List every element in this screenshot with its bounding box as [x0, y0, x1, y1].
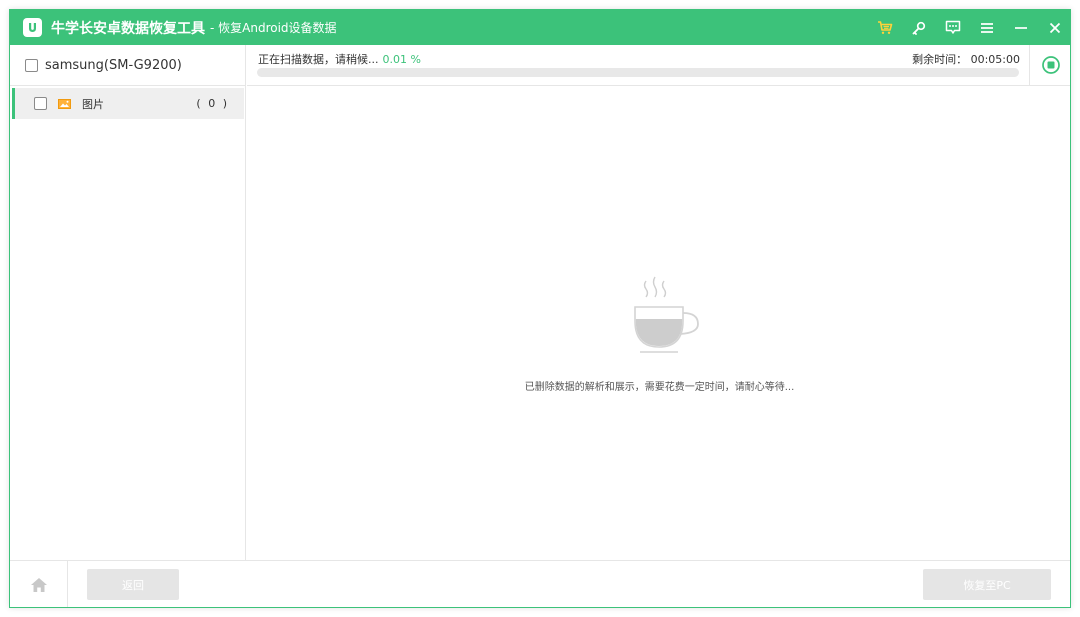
remaining-value: 00:05:00: [970, 53, 1020, 66]
scan-percent: 0.01 %: [382, 53, 421, 66]
title-actions: [868, 10, 1070, 45]
key-icon: [912, 21, 926, 35]
sidebar-item-photos[interactable]: 图片 ( 0 ): [12, 88, 244, 119]
stop-icon: [1042, 56, 1060, 74]
device-row[interactable]: samsung(SM-G9200): [10, 45, 245, 86]
device-name: samsung(SM-G9200): [45, 57, 182, 73]
minimize-icon: [1015, 26, 1027, 29]
footer-bar: 返回 恢复至PC: [10, 560, 1070, 607]
feedback-button[interactable]: [936, 10, 970, 45]
sidebar-item-label: 图片: [82, 97, 104, 111]
cart-icon: [878, 21, 893, 34]
app-subtitle: - 恢复Android设备数据: [210, 21, 337, 35]
menu-icon: [981, 22, 993, 33]
app-title: 牛学长安卓数据恢复工具: [51, 20, 205, 37]
remaining-time: 剩余时间： 00:05:00: [912, 51, 1020, 67]
home-icon: [30, 578, 47, 592]
category-sidebar: samsung(SM-G9200) 图片 ( 0 ): [10, 45, 246, 560]
remaining-label: 剩余时间：: [912, 53, 968, 66]
scan-status: 正在扫描数据，请稍候... 0.01 %: [258, 51, 421, 67]
title-bar: 牛学长安卓数据恢复工具 - 恢复Android设备数据: [10, 10, 1070, 45]
back-button[interactable]: 返回: [87, 569, 179, 600]
results-area: 已删除数据的解析和展示，需要花费一定时间，请耐心等待...: [247, 87, 1070, 560]
cart-button[interactable]: [868, 10, 902, 45]
device-checkbox[interactable]: [25, 58, 38, 72]
app-logo-icon: [23, 18, 42, 37]
photos-checkbox[interactable]: [34, 97, 47, 110]
coffee-cup-icon: [634, 276, 699, 353]
stop-scan-button[interactable]: [1029, 45, 1070, 85]
scan-status-text: 正在扫描数据，请稍候...: [258, 53, 379, 66]
app-window: 牛学长安卓数据恢复工具 - 恢复Android设备数据 samsung(SM-G…: [9, 9, 1071, 608]
scan-progress-bar: [257, 68, 1019, 77]
sidebar-item-count: ( 0 ): [196, 97, 229, 110]
recover-to-pc-button[interactable]: 恢复至PC: [923, 569, 1051, 600]
menu-button[interactable]: [970, 10, 1004, 45]
close-button[interactable]: [1038, 10, 1070, 45]
feedback-icon: [945, 20, 961, 34]
image-icon: [58, 98, 71, 109]
scan-status-bar: 正在扫描数据，请稍候... 0.01 % 剩余时间： 00:05:00: [247, 45, 1070, 86]
waiting-message: 已删除数据的解析和展示，需要花费一定时间，请耐心等待...: [524, 382, 795, 393]
register-button[interactable]: [902, 10, 936, 45]
home-button[interactable]: [10, 561, 68, 607]
minimize-button[interactable]: [1004, 10, 1038, 45]
close-icon: [1049, 22, 1061, 33]
